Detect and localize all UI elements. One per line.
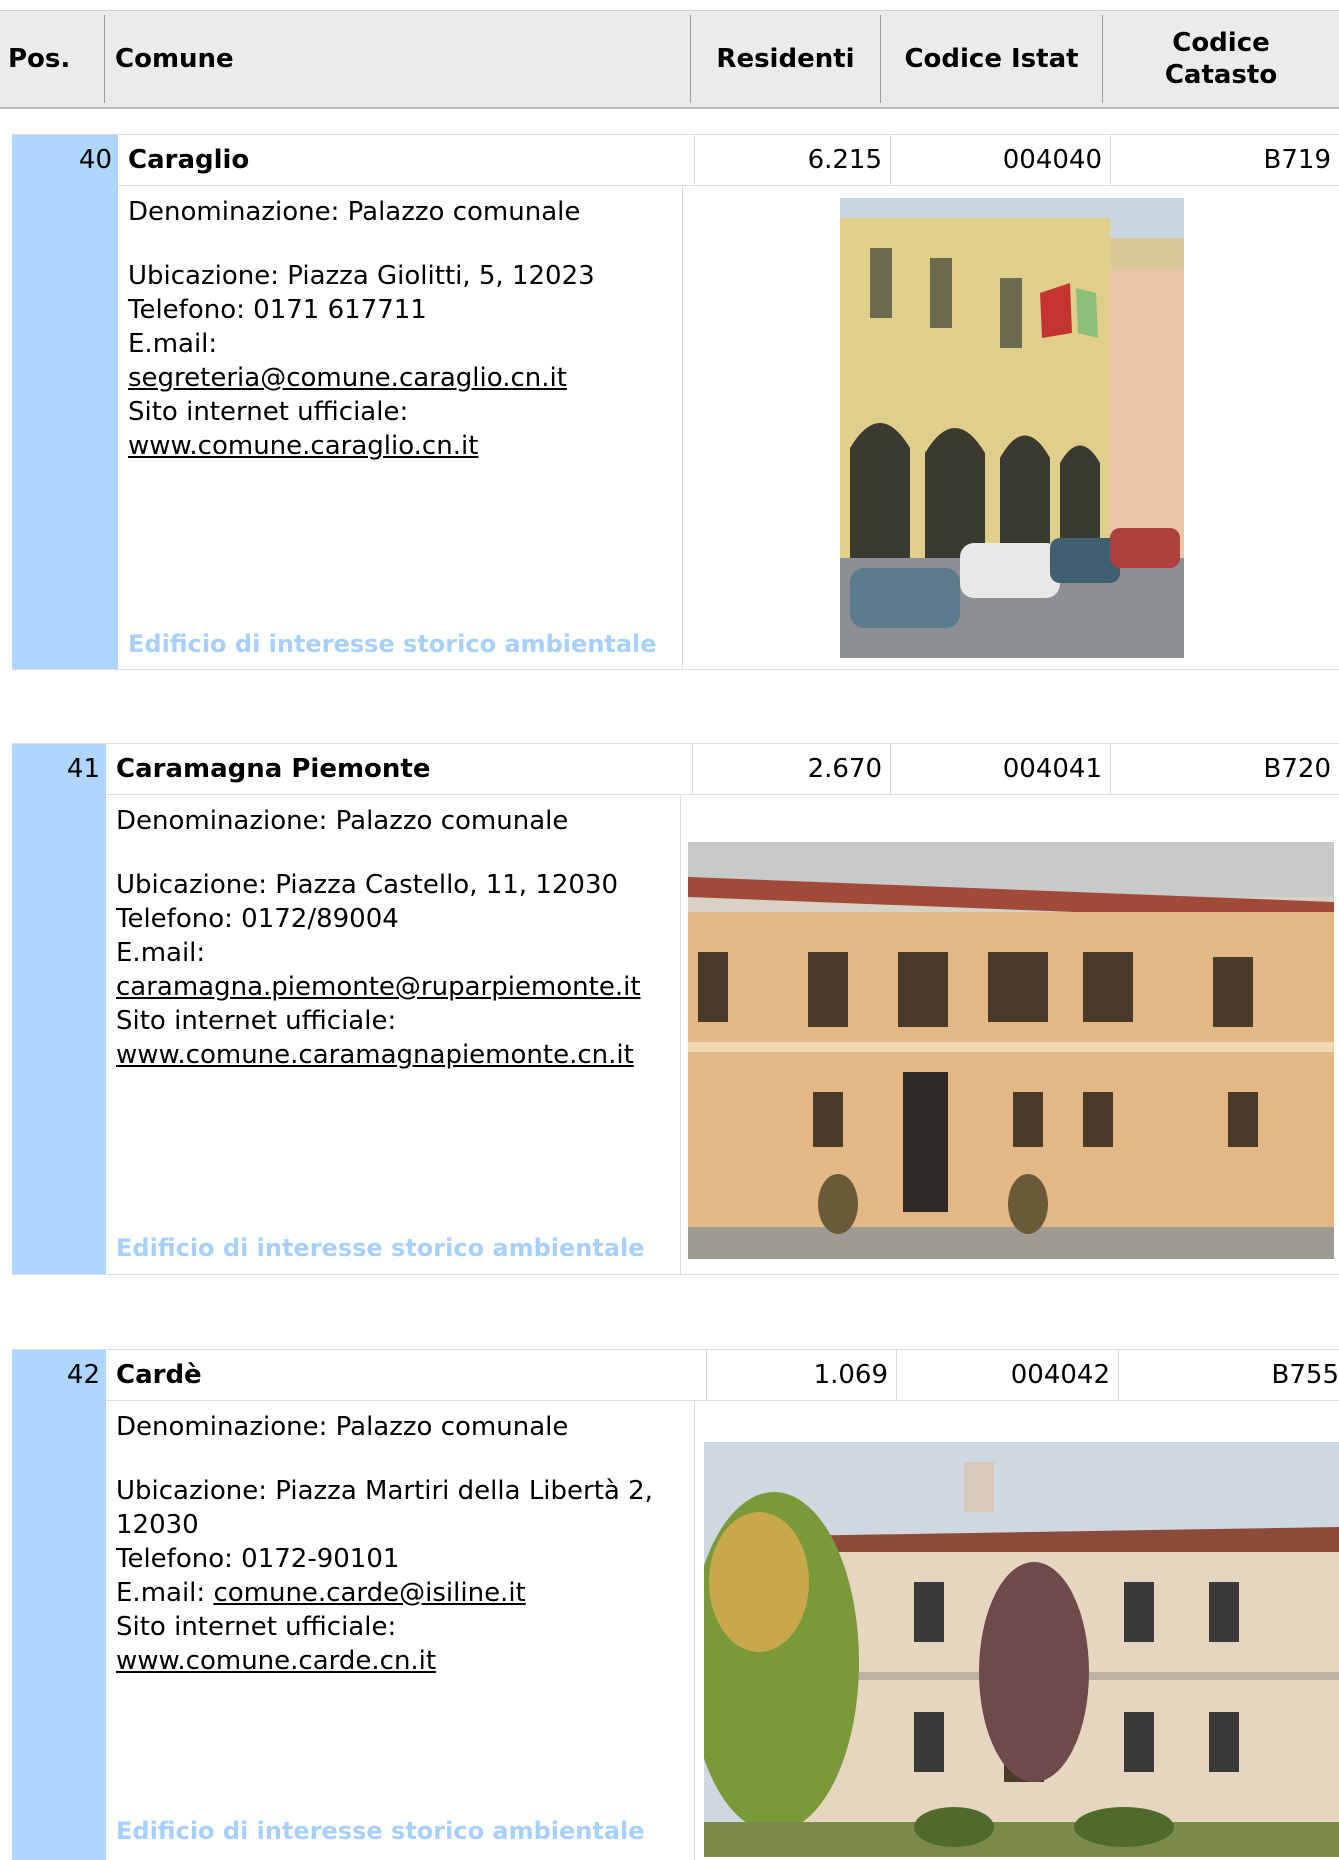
ubicazione-line-1: Ubicazione: Piazza Martiri della Libertà…	[116, 1476, 653, 1506]
record-caramagna-piemonte: 41 Caramagna Piemonte 2.670 004041 B720 …	[12, 743, 1339, 1275]
telefono: Telefono: 0172-90101	[116, 1544, 400, 1574]
email-label: E.mail:	[128, 329, 218, 359]
email-link[interactable]: comune.carde@isiline.it	[213, 1578, 525, 1608]
record-codice-istat: 004040	[890, 135, 1110, 185]
historic-building-note: Edificio di interesse storico ambientale	[116, 1234, 645, 1262]
record-position: 40	[12, 135, 118, 185]
town-hall-photo	[704, 1442, 1339, 1857]
record-residenti: 1.069	[706, 1350, 896, 1400]
record-caraglio: 40 Caraglio 6.215 004040 B719 Denominazi…	[12, 134, 1339, 670]
header-codice-istat: Codice Istat	[880, 15, 1102, 103]
sito-label: Sito internet ufficiale:	[116, 1006, 397, 1036]
record-codice-catasto: B720	[1110, 744, 1339, 794]
header-codice-catasto: Codice Catasto	[1102, 15, 1339, 103]
telefono: Telefono: 0172/89004	[116, 904, 399, 934]
historic-building-note: Edificio di interesse storico ambientale	[116, 1817, 645, 1845]
column-divider	[680, 794, 681, 1274]
position-bar	[12, 794, 106, 1274]
position-bar	[12, 1400, 106, 1860]
town-hall-photo	[688, 842, 1334, 1259]
record-comune-name: Caramagna Piemonte	[116, 754, 431, 784]
sito-label: Sito internet ufficiale:	[116, 1612, 397, 1642]
telefono: Telefono: 0171 617711	[128, 295, 427, 325]
header-comune: Comune	[104, 15, 690, 103]
denominazione: Denominazione: Palazzo comunale	[128, 197, 581, 227]
ubicazione: Ubicazione: Piazza Castello, 11, 12030	[116, 870, 619, 900]
email-label: E.mail:	[116, 938, 206, 968]
website-link[interactable]: www.comune.carde.cn.it	[116, 1646, 436, 1676]
record-comune-name: Caraglio	[128, 145, 250, 175]
record-summary-row: 41 Caramagna Piemonte 2.670 004041 B720	[12, 743, 1339, 795]
town-hall-photo	[840, 198, 1184, 658]
record-comune-name: Cardè	[116, 1360, 202, 1390]
record-info: Denominazione: Palazzo comunale Ubicazio…	[116, 1410, 692, 1678]
ubicazione: Ubicazione: Piazza Giolitti, 5, 12023	[128, 261, 595, 291]
column-divider	[694, 1400, 695, 1860]
header-pos: Pos.	[8, 44, 71, 74]
email-link[interactable]: segreteria@comune.caraglio.cn.it	[128, 363, 567, 393]
table-header: Pos. Comune Residenti Codice Istat Codic…	[0, 10, 1339, 109]
record-position: 41	[12, 744, 106, 794]
record-info: Denominazione: Palazzo comunale Ubicazio…	[116, 804, 678, 1072]
record-codice-catasto: B755	[1118, 1350, 1339, 1400]
denominazione: Denominazione: Palazzo comunale	[116, 806, 569, 836]
sito-label: Sito internet ufficiale:	[128, 397, 409, 427]
email-link[interactable]: caramagna.piemonte@ruparpiemonte.it	[116, 972, 641, 1002]
record-codice-catasto: B719	[1110, 135, 1339, 185]
record-position: 42	[12, 1350, 106, 1400]
record-codice-istat: 004041	[890, 744, 1110, 794]
position-bar	[12, 185, 118, 669]
record-residenti: 6.215	[694, 135, 890, 185]
column-divider	[682, 185, 683, 669]
email-label: E.mail:	[116, 1578, 206, 1608]
record-codice-istat: 004042	[896, 1350, 1118, 1400]
record-info: Denominazione: Palazzo comunale Ubicazio…	[128, 195, 678, 463]
record-summary-row: 42 Cardè 1.069 004042 B755	[12, 1349, 1339, 1401]
ubicazione-line-2: 12030	[116, 1510, 199, 1540]
denominazione: Denominazione: Palazzo comunale	[116, 1412, 569, 1442]
website-link[interactable]: www.comune.caramagnapiemonte.cn.it	[116, 1040, 634, 1070]
record-summary-row: 40 Caraglio 6.215 004040 B719	[12, 134, 1339, 186]
record-carde: 42 Cardè 1.069 004042 B755 Denominazione…	[12, 1349, 1339, 1860]
historic-building-note: Edificio di interesse storico ambientale	[128, 630, 657, 658]
website-link[interactable]: www.comune.caraglio.cn.it	[128, 431, 478, 461]
header-residenti: Residenti	[690, 15, 880, 103]
record-residenti: 2.670	[692, 744, 890, 794]
